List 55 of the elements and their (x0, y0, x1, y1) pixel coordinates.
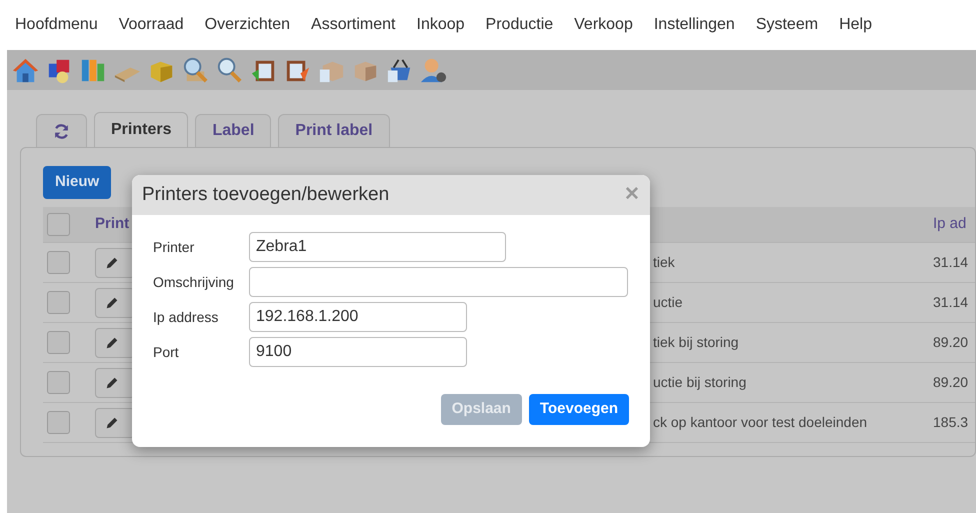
field-label: Ip address (153, 308, 220, 327)
pencil-icon (105, 336, 119, 350)
pencil-icon (105, 416, 119, 430)
magnifier-icon[interactable] (181, 56, 210, 84)
checkbox[interactable] (47, 411, 70, 434)
table-cell: 31.14 (933, 294, 968, 310)
table-cell: 89.20 (933, 374, 968, 390)
menu-item[interactable]: Overzichten (204, 13, 290, 37)
checkbox[interactable] (47, 212, 70, 236)
menu-item[interactable]: Voorraad (118, 13, 184, 37)
menu-item[interactable]: Assortiment (311, 13, 396, 37)
field-label: Printer (153, 238, 196, 256)
table-cell: ck op kantoor voor test doeleinden (653, 414, 868, 430)
magnifier-icon[interactable] (215, 56, 244, 84)
menu-item[interactable]: Instellingen (654, 13, 735, 37)
menu-item[interactable]: Verkoop (574, 13, 633, 37)
column-header[interactable]: Print (95, 215, 130, 232)
menu-item[interactable]: Inkoop (416, 13, 465, 37)
input-field[interactable]: 9100 (249, 337, 467, 367)
table-cell: 89.20 (933, 334, 968, 350)
new-button[interactable]: Nieuw (43, 166, 112, 198)
menu-item[interactable]: Systeem (756, 13, 818, 37)
input-field[interactable]: 192.168.1.200 (249, 302, 467, 332)
edit-button[interactable] (95, 368, 135, 398)
table-cell: tiek (653, 254, 675, 270)
refresh-tab[interactable] (36, 114, 87, 147)
input-field[interactable] (249, 267, 628, 297)
menu-item[interactable]: Help (839, 13, 872, 37)
edit-button[interactable] (95, 288, 135, 318)
checkbox[interactable] (47, 371, 70, 394)
table-cell: uctie (653, 294, 683, 310)
refresh-icon (53, 122, 70, 140)
tab[interactable]: Label (195, 114, 272, 147)
table-cell: tiek bij storing (653, 334, 739, 350)
field-label: Omschrijving (153, 272, 235, 292)
tab[interactable]: Printers (94, 112, 188, 147)
menu-item[interactable]: Hoofdmenu (15, 13, 98, 37)
edit-button[interactable] (95, 408, 135, 438)
add-button[interactable]: Toevoegen (528, 394, 629, 425)
pencil-icon (105, 256, 119, 270)
dialog-title: Printers toevoegen/bewerken (142, 182, 390, 207)
menu-item[interactable]: Productie (486, 13, 554, 37)
edit-button[interactable] (95, 328, 135, 358)
checkbox[interactable] (47, 331, 70, 354)
checkbox[interactable] (47, 291, 70, 314)
table-cell: 185.3 (933, 414, 968, 430)
checkbox[interactable] (47, 251, 70, 274)
pencil-icon (105, 376, 119, 390)
pencil-icon (105, 296, 119, 310)
table-cell: 31.14 (933, 254, 968, 270)
tab[interactable]: Print label (278, 114, 390, 147)
input-field[interactable]: Zebra1 (249, 232, 506, 262)
field-label: Port (153, 342, 180, 362)
table-cell: uctie bij storing (653, 374, 746, 390)
edit-button[interactable] (95, 248, 135, 278)
